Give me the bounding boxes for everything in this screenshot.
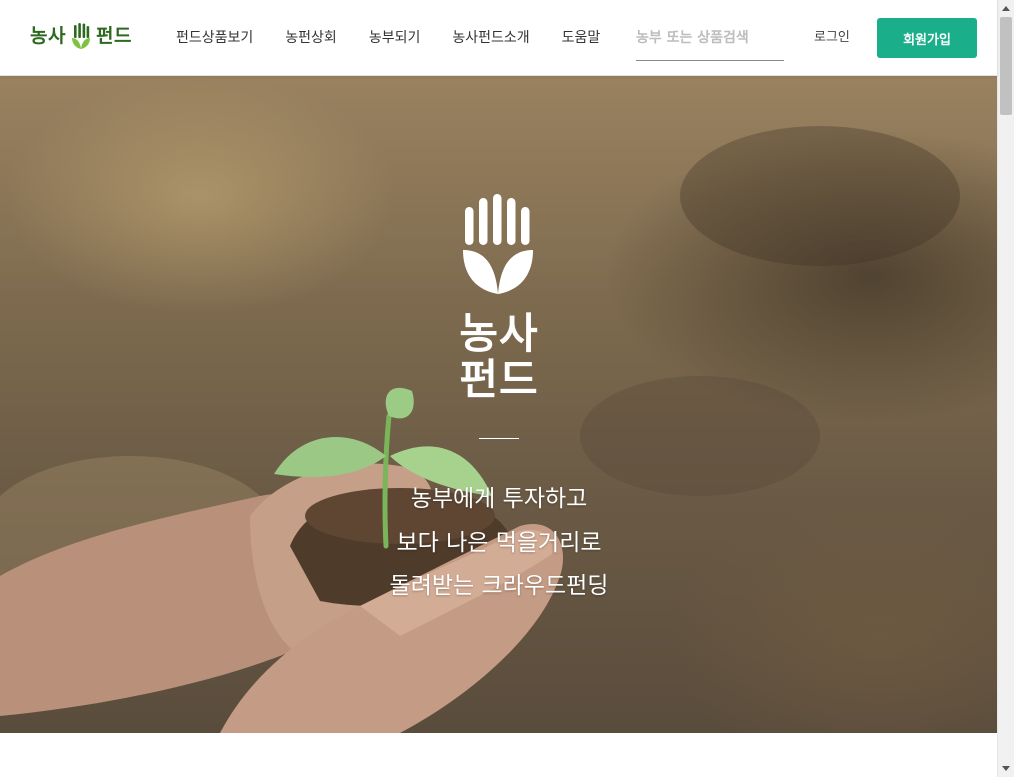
login-link[interactable]: 로그인 (814, 28, 850, 48)
signup-button[interactable]: 회원가입 (877, 18, 977, 58)
scrollbar-thumb[interactable] (1000, 17, 1012, 115)
nav-item-store[interactable]: 농펀상회 (285, 28, 337, 48)
nav-item-about[interactable]: 농사펀드소개 (452, 28, 529, 48)
site-logo[interactable]: 농사 펀드 (30, 22, 132, 50)
hero-logo-text-top: 농사 (459, 309, 539, 358)
nav-item-become-farmer[interactable]: 농부되기 (369, 28, 421, 48)
hand-leaf-icon (71, 22, 90, 49)
arrow-down-icon[interactable] (1002, 766, 1010, 771)
hand-leaf-icon (463, 194, 533, 294)
hero-tagline-line: 돌려받는 크라우드펀딩 (389, 573, 609, 599)
search-input[interactable] (636, 24, 784, 52)
arrow-up-icon[interactable] (1002, 6, 1010, 11)
hero-banner: 농사 펀드 농부에게 투자하고 보다 나은 먹을거리로 돌려받는 크라우드펀딩 (0, 76, 997, 733)
hero-content: 농사 펀드 농부에게 투자하고 보다 나은 먹을거리로 돌려받는 크라우드펀딩 (0, 76, 997, 733)
page: 농사 펀드 펀드상품보기 농펀상회 농부되기 농사펀드소개 도움말 로그인 회원… (0, 0, 997, 777)
hero-tagline-line: 보다 나은 먹을거리로 (396, 530, 602, 556)
nav-item-help[interactable]: 도움말 (562, 28, 601, 48)
search-box (636, 24, 784, 61)
main-nav: 펀드상품보기 농펀상회 농부되기 농사펀드소개 도움말 (176, 28, 632, 48)
page-scrollbar[interactable] (997, 0, 1014, 777)
content-section-start (0, 733, 997, 777)
logo-text-left: 농사 (30, 24, 66, 47)
hero-tagline-line: 농부에게 투자하고 (410, 486, 588, 512)
hero-logo-text-bottom: 펀드 (459, 355, 539, 404)
site-header: 농사 펀드 펀드상품보기 농펀상회 농부되기 농사펀드소개 도움말 로그인 회원… (0, 0, 997, 76)
nav-item-fund-products[interactable]: 펀드상품보기 (176, 28, 253, 48)
hero-divider (479, 438, 519, 439)
logo-text-right: 펀드 (95, 24, 132, 47)
